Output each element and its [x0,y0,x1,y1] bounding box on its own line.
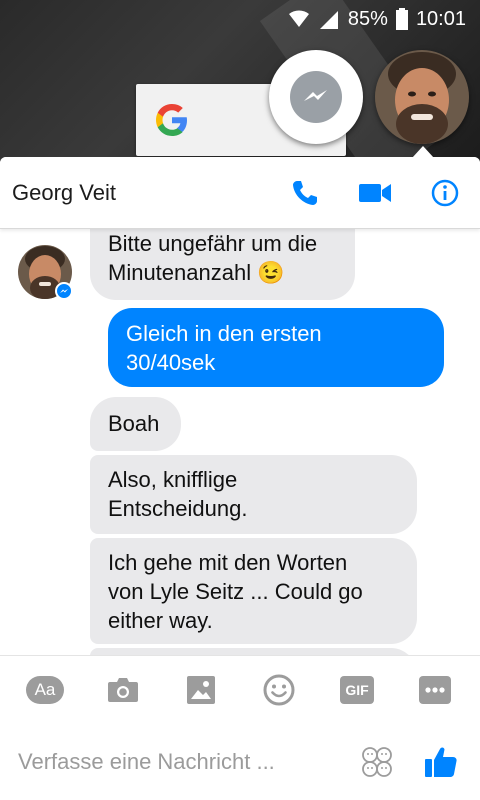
message-line: Minutenanzahl 😉 [108,260,285,285]
clock: 10:01 [415,7,466,30]
messenger-chat-head[interactable] [269,50,363,144]
video-call-icon[interactable] [340,182,410,204]
message-bubble-incoming[interactable]: Ich gehe mit den Worten von Lyle Seitz .… [90,538,417,644]
message-composer [0,723,480,800]
text-format-icon[interactable]: Aa [20,665,70,715]
battery-percent: 85% [347,7,388,30]
message-line: Bitte ungefähr um die [108,231,318,256]
phone-call-icon[interactable] [270,178,340,208]
conversation-header: Georg Veit [0,157,480,229]
gif-label: GIF [340,675,374,704]
messenger-bolt-icon [290,71,342,123]
wifi-icon [288,9,310,29]
contact-name[interactable]: Georg Veit [12,180,270,206]
message-line: Entscheidung. [108,496,248,521]
signal-icon [318,9,340,29]
message-line: Ich gehe mit den Worten [108,550,348,575]
info-icon[interactable] [410,179,480,207]
conversation-panel: Georg Veit Bitte ungefähr um die Minuten… [0,157,480,800]
message-list[interactable]: Bitte ungefähr um die Minutenanzahl 😉 Gl… [0,229,480,655]
composer-toolbar: Aa GIF [0,655,480,723]
message-bubble-incoming-partial[interactable] [90,648,417,655]
message-line: Also, knifflige [108,467,238,492]
thumbs-up-icon[interactable] [416,737,466,787]
text-format-label: Aa [26,675,64,704]
emoji-icon[interactable] [254,665,304,715]
message-input[interactable] [18,748,352,775]
message-line: Gleich in den ersten [126,321,322,346]
message-line: either way. [108,608,213,633]
more-options-icon[interactable] [410,665,460,715]
sticker-icon[interactable] [352,737,402,787]
contact-chat-head-avatar[interactable] [375,50,469,144]
message-bubble-outgoing[interactable]: Gleich in den ersten 30/40sek [108,308,444,387]
status-bar: 85% 10:01 [0,0,480,38]
message-line: von Lyle Seitz ... Could go [108,579,363,604]
message-line: Boah [108,411,160,436]
google-logo-icon [156,104,187,136]
message-bubble-incoming[interactable]: Boah [90,397,181,451]
gallery-icon[interactable] [176,665,226,715]
camera-icon[interactable] [98,665,148,715]
gif-icon[interactable]: GIF [332,665,382,715]
battery-icon [395,8,408,30]
messenger-badge-icon [55,282,73,300]
message-bubble-incoming[interactable]: Bitte ungefähr um die Minutenanzahl 😉 [90,229,355,300]
message-bubble-incoming[interactable]: Also, knifflige Entscheidung. [90,455,417,534]
message-line: 30/40sek [126,350,216,375]
